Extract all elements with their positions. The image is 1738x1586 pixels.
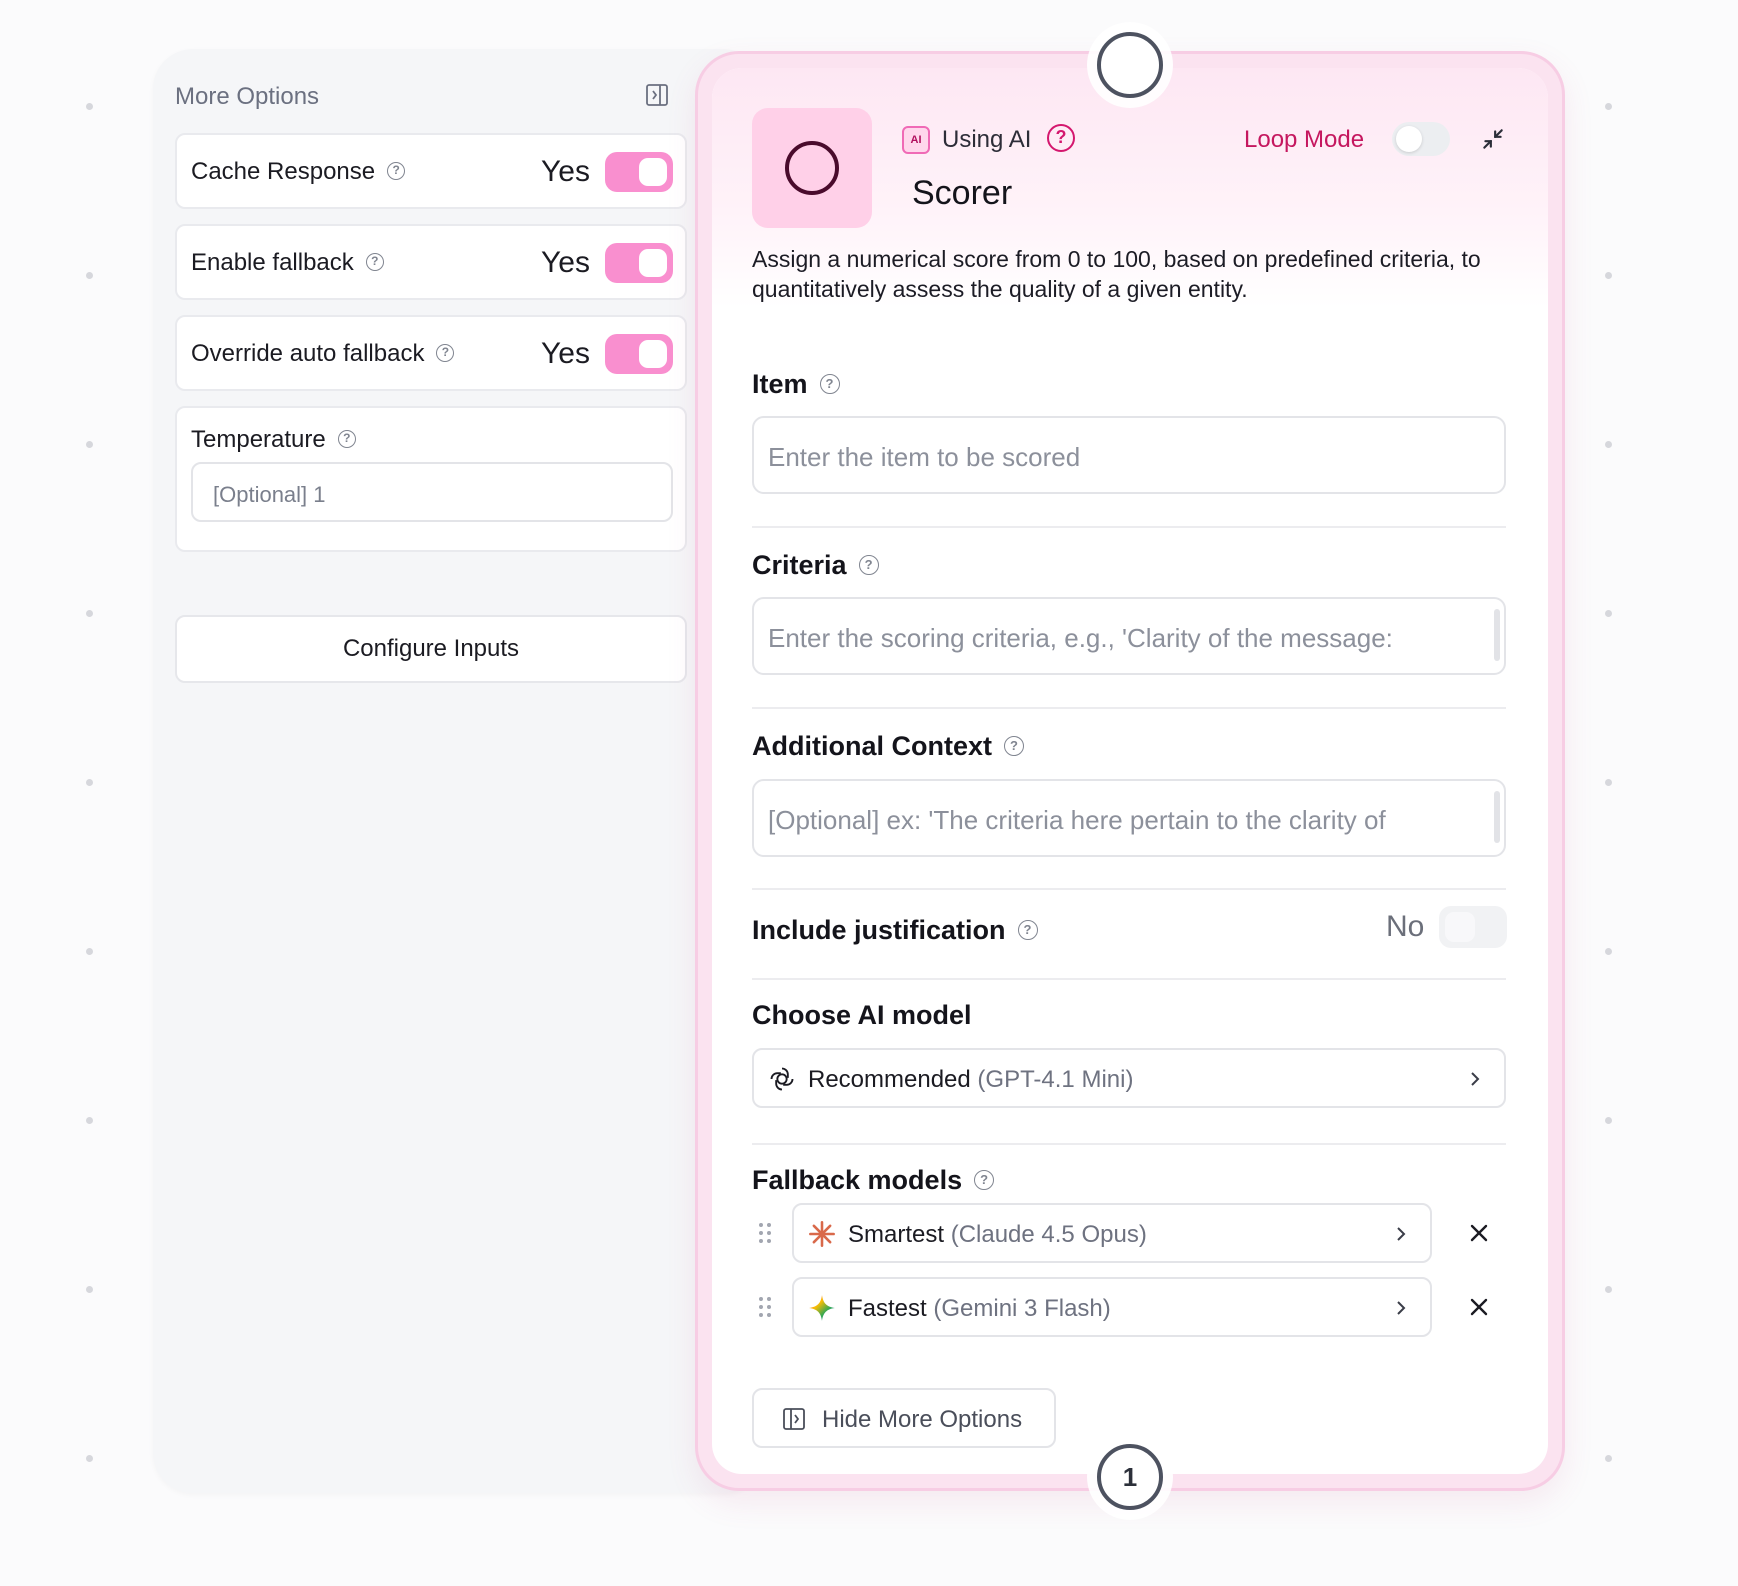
criteria-input[interactable]: Enter the scoring criteria, e.g., 'Clari… [752, 597, 1506, 675]
remove-icon[interactable] [1467, 1221, 1491, 1245]
help-icon[interactable]: ? [858, 554, 879, 575]
include-justification-value: No [1386, 910, 1425, 943]
output-port[interactable]: 1 [1097, 1444, 1163, 1510]
help-icon[interactable]: ? [365, 252, 384, 271]
scrollbar[interactable] [1494, 791, 1500, 843]
help-icon[interactable]: ? [436, 343, 455, 362]
fallback-model-name: Fastest [848, 1295, 927, 1322]
panel-icon [783, 1408, 805, 1430]
chevron-right-icon [1397, 1227, 1406, 1241]
more-options-panel: More Options Cache Response? Yes Enable … [153, 49, 763, 1493]
help-icon[interactable]: ? [337, 429, 356, 448]
choose-ai-model-label: Choose AI model [752, 1000, 972, 1030]
override-auto-fallback-toggle[interactable] [605, 334, 673, 374]
enable-fallback-label: Enable fallback [191, 249, 354, 276]
enable-fallback-value: Yes [541, 246, 590, 279]
claude-icon [809, 1221, 835, 1247]
fallback-models-label: Fallback models [752, 1165, 963, 1195]
ai-model-select[interactable]: Recommended (GPT-4.1 Mini) [752, 1048, 1506, 1108]
help-icon[interactable]: ? [387, 161, 406, 180]
minimize-icon[interactable] [1480, 126, 1506, 152]
node-title: Scorer [912, 174, 1013, 212]
panel-collapse-icon[interactable] [645, 83, 669, 107]
include-justification-toggle[interactable] [1439, 906, 1507, 948]
ai-help-icon[interactable]: ? [1047, 124, 1075, 152]
fallback-model-detail: (Claude 4.5 Opus) [950, 1221, 1147, 1248]
input-port[interactable] [1097, 32, 1163, 98]
scrollbar[interactable] [1494, 609, 1500, 661]
ai-model-detail: (GPT-4.1 Mini) [977, 1066, 1134, 1093]
chevron-right-icon [1397, 1301, 1406, 1315]
enable-fallback-option: Enable fallback? Yes [175, 224, 687, 300]
temperature-option: Temperature? [Optional] 1 [175, 406, 687, 552]
cache-response-toggle[interactable] [605, 152, 673, 192]
cache-response-label: Cache Response [191, 158, 376, 185]
temperature-label: Temperature [191, 426, 326, 453]
more-options-title: More Options [175, 83, 320, 110]
output-port-number: 1 [1122, 1462, 1138, 1492]
fallback-model-select[interactable]: Smartest (Claude 4.5 Opus) [792, 1203, 1432, 1263]
additional-context-input[interactable]: [Optional] ex: 'The criteria here pertai… [752, 779, 1506, 857]
scorer-node-icon [752, 108, 872, 228]
ai-chip-icon: AI [902, 126, 930, 154]
override-auto-fallback-label: Override auto fallback [191, 340, 425, 367]
drag-handle-icon[interactable] [758, 1295, 772, 1319]
openai-icon [770, 1067, 794, 1091]
fallback-model-name: Smartest [848, 1221, 945, 1248]
include-justification-label: Include justification [752, 915, 1006, 945]
remove-icon[interactable] [1467, 1295, 1491, 1319]
cache-response-option: Cache Response? Yes [175, 133, 687, 209]
using-ai-label: Using AI [942, 126, 1032, 153]
item-input[interactable]: Enter the item to be scored [752, 416, 1506, 494]
hide-more-options-button[interactable]: Hide More Options [752, 1388, 1056, 1448]
divider [752, 707, 1506, 709]
divider [752, 526, 1506, 528]
help-icon[interactable]: ? [974, 1169, 995, 1190]
scorer-node-card[interactable]: AI Using AI ? Loop Mode Scorer Assign a … [695, 51, 1565, 1491]
override-auto-fallback-value: Yes [541, 337, 590, 370]
divider [752, 1143, 1506, 1145]
enable-fallback-toggle[interactable] [605, 243, 673, 283]
gemini-icon [809, 1295, 835, 1321]
help-icon[interactable]: ? [1017, 919, 1038, 940]
configure-inputs-button[interactable]: Configure Inputs [175, 615, 687, 683]
help-icon[interactable]: ? [819, 373, 840, 394]
loop-mode-toggle[interactable] [1392, 122, 1450, 156]
loop-mode-label: Loop Mode [1244, 126, 1365, 153]
fallback-model-select[interactable]: Fastest (Gemini 3 Flash) [792, 1277, 1432, 1337]
cache-response-value: Yes [541, 155, 590, 188]
ai-model-name: Recommended [808, 1066, 971, 1093]
drag-handle-icon[interactable] [758, 1221, 772, 1245]
divider [752, 888, 1506, 890]
temperature-input[interactable]: [Optional] 1 [191, 462, 673, 522]
additional-context-label: Additional Context [752, 731, 992, 761]
item-label: Item [752, 369, 808, 399]
override-auto-fallback-option: Override auto fallback? Yes [175, 315, 687, 391]
node-description: Assign a numerical score from 0 to 100, … [752, 246, 1481, 302]
help-icon[interactable]: ? [1003, 735, 1024, 756]
chevron-right-icon [1471, 1072, 1480, 1086]
divider [752, 978, 1506, 980]
fallback-model-detail: (Gemini 3 Flash) [933, 1295, 1111, 1322]
criteria-label: Criteria [752, 550, 847, 580]
hide-more-options-label: Hide More Options [822, 1406, 1023, 1433]
